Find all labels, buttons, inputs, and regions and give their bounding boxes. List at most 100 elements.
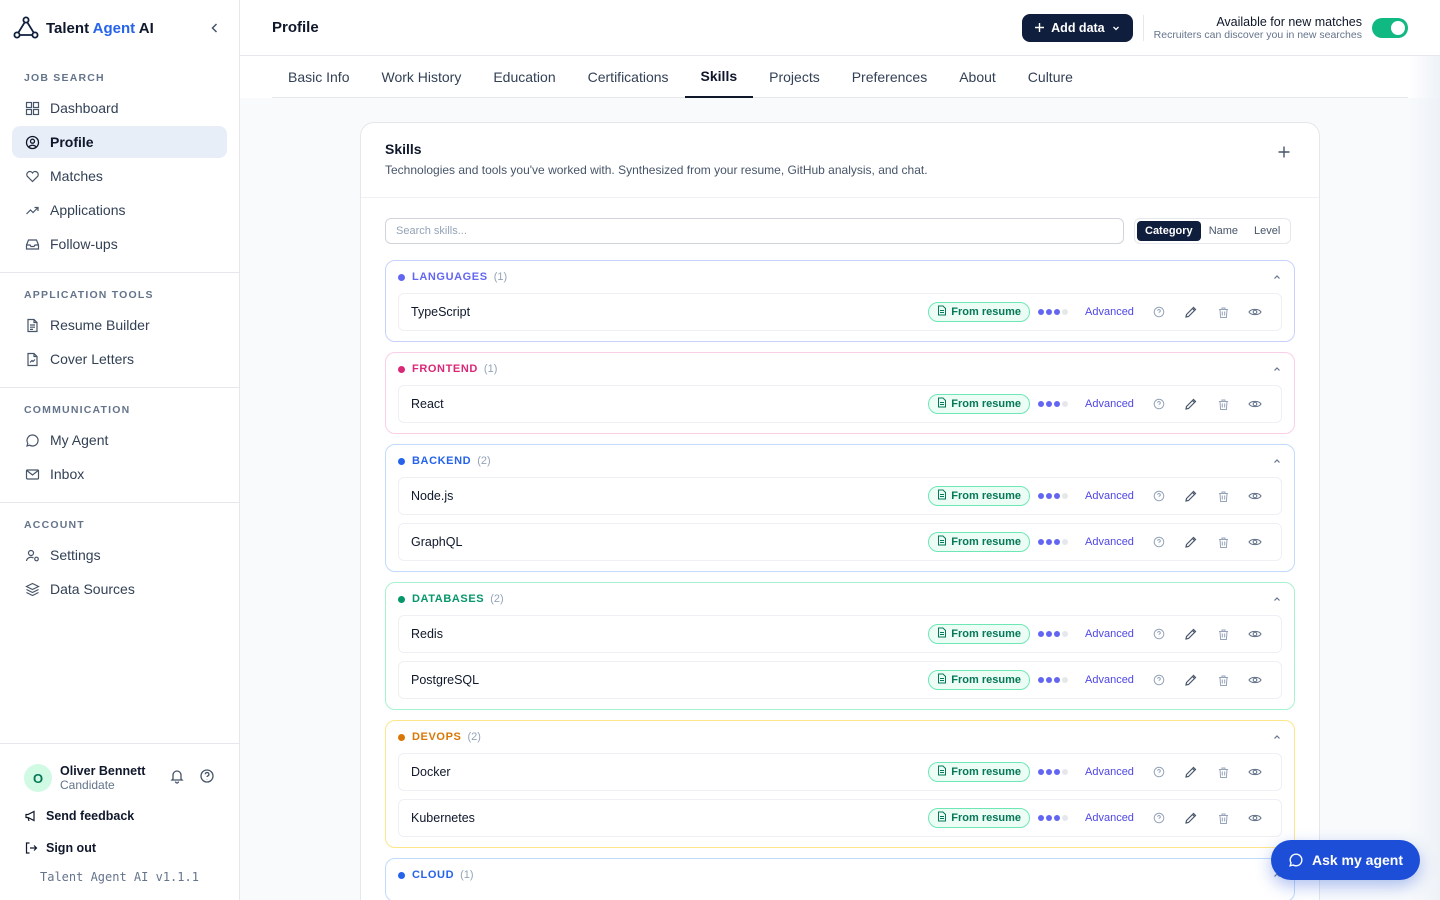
pencil-icon[interactable] [1177,393,1205,415]
pencil-icon[interactable] [1177,485,1205,507]
tab-preferences[interactable]: Preferences [836,56,943,98]
eye-icon[interactable] [1241,761,1269,783]
level-dot [1062,677,1068,683]
eye-icon[interactable] [1241,623,1269,645]
add-data-label: Add data [1051,20,1105,35]
sidebar-item-follow-ups[interactable]: Follow-ups [12,228,227,260]
trash-icon[interactable] [1209,623,1237,645]
help-circle-icon[interactable] [1145,761,1173,783]
help-circle-icon[interactable] [199,768,215,789]
trash-icon[interactable] [1209,761,1237,783]
chevron-up-icon[interactable] [1272,456,1282,466]
document-icon [937,627,947,641]
tab-work-history[interactable]: Work History [365,56,477,98]
trash-icon[interactable] [1209,531,1237,553]
skill-level-label[interactable]: Advanced [1085,812,1141,824]
skill-level-label[interactable]: Advanced [1085,490,1141,502]
grid-icon [24,100,40,116]
tab-basic-info[interactable]: Basic Info [272,56,365,98]
tab-skills[interactable]: Skills [684,56,754,98]
chevron-up-icon[interactable] [1272,364,1282,374]
sort-name-button[interactable]: Name [1201,221,1246,241]
skill-level-label[interactable]: Advanced [1085,306,1141,318]
add-data-button[interactable]: Add data [1022,13,1133,42]
sidebar-item-data-sources[interactable]: Data Sources [12,573,227,605]
level-dot [1062,309,1068,315]
help-circle-icon[interactable] [1145,301,1173,323]
sidebar-item-dashboard[interactable]: Dashboard [12,92,227,124]
availability-toggle[interactable] [1372,17,1408,38]
skill-group-frontend: FRONTEND (1) React From resume Advanced [385,352,1295,434]
skill-group-count: (1) [483,363,498,375]
sign-out-link[interactable]: Sign out [12,832,227,864]
add-skill-button[interactable] [1277,145,1291,164]
skill-level-label[interactable]: Advanced [1085,674,1141,686]
sidebar-item-label: Resume Builder [50,317,150,333]
pencil-icon[interactable] [1177,761,1205,783]
chevron-up-icon[interactable] [1272,272,1282,282]
pencil-icon[interactable] [1177,669,1205,691]
chevron-up-icon[interactable] [1272,732,1282,742]
skill-level-dots [1038,309,1070,315]
eye-icon[interactable] [1241,393,1269,415]
nav-heading: APPLICATION TOOLS [24,289,154,301]
source-badge: From resume [928,532,1030,552]
sidebar-item-profile[interactable]: Profile [12,126,227,158]
sort-category-button[interactable]: Category [1137,221,1201,241]
level-dot [1054,493,1060,499]
help-circle-icon[interactable] [1145,393,1173,415]
skills-toolbar: CategoryNameLevel [361,198,1319,244]
top-bar: Profile Add data Available for new match… [240,0,1440,56]
brand: Talent Agent AI [0,0,239,56]
trash-icon[interactable] [1209,807,1237,829]
tab-education[interactable]: Education [477,56,571,98]
brand-name-primary: Talent [46,19,93,37]
trash-icon[interactable] [1209,393,1237,415]
log-out-icon [24,841,38,855]
collapse-sidebar-button[interactable] [203,16,227,40]
pencil-icon[interactable] [1177,531,1205,553]
level-dot [1038,401,1044,407]
skill-level-label[interactable]: Advanced [1085,628,1141,640]
skill-level-label[interactable]: Advanced [1085,766,1141,778]
avatar[interactable]: O [24,764,52,792]
eye-icon[interactable] [1241,301,1269,323]
sidebar-item-inbox[interactable]: Inbox [12,458,227,490]
help-circle-icon[interactable] [1145,807,1173,829]
tab-culture[interactable]: Culture [1012,56,1089,98]
tab-certifications[interactable]: Certifications [572,56,685,98]
help-circle-icon[interactable] [1145,669,1173,691]
eye-icon[interactable] [1241,669,1269,691]
sidebar-item-resume-builder[interactable]: Resume Builder [12,309,227,341]
skill-level-label[interactable]: Advanced [1085,398,1141,410]
sidebar-item-cover-letters[interactable]: Cover Letters [12,343,227,375]
ask-agent-button[interactable]: Ask my agent [1271,840,1420,880]
send-feedback-link[interactable]: Send feedback [12,800,227,832]
help-circle-icon[interactable] [1145,623,1173,645]
sidebar-item-applications[interactable]: Applications [12,194,227,226]
help-circle-icon[interactable] [1145,531,1173,553]
nav-section-job-search: JOB SEARCH Dashboard Profile Matches Applica… [0,56,239,260]
sidebar-item-my-agent[interactable]: My Agent [12,424,227,456]
sidebar-item-settings[interactable]: Settings [12,539,227,571]
sidebar-item-matches[interactable]: Matches [12,160,227,192]
pencil-icon[interactable] [1177,623,1205,645]
pencil-icon[interactable] [1177,301,1205,323]
skill-level-dots [1038,815,1070,821]
chevron-up-icon[interactable] [1272,594,1282,604]
pencil-icon[interactable] [1177,807,1205,829]
skill-level-label[interactable]: Advanced [1085,536,1141,548]
help-circle-icon[interactable] [1145,485,1173,507]
tab-projects[interactable]: Projects [753,56,836,98]
eye-icon[interactable] [1241,531,1269,553]
eye-icon[interactable] [1241,485,1269,507]
bell-icon[interactable] [169,768,185,789]
trash-icon[interactable] [1209,301,1237,323]
trash-icon[interactable] [1209,669,1237,691]
trash-icon[interactable] [1209,485,1237,507]
search-skills-input[interactable] [385,218,1124,244]
eye-icon[interactable] [1241,807,1269,829]
tab-about[interactable]: About [943,56,1012,98]
sort-level-button[interactable]: Level [1246,221,1288,241]
skill-name: Node.js [411,489,454,503]
